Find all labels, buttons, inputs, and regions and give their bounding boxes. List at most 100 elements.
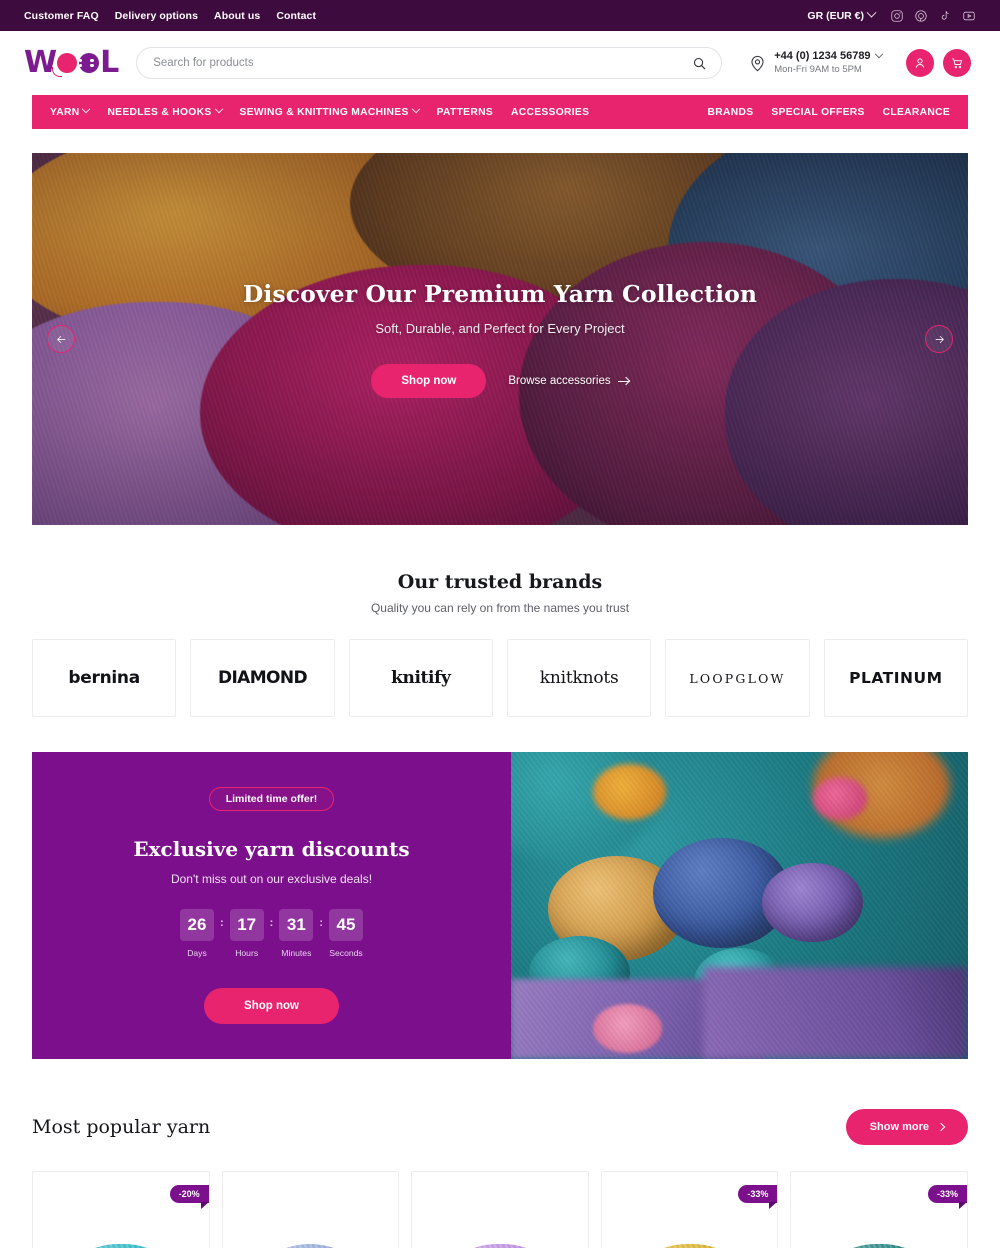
promo-content: Limited time offer! Exclusive yarn disco… xyxy=(32,752,511,1059)
tiktok-icon[interactable] xyxy=(937,8,952,23)
brand-card-knitknots[interactable]: knitknots xyxy=(506,639,652,717)
countdown-days: 26 Days xyxy=(179,909,214,958)
search-bar[interactable] xyxy=(136,47,723,79)
nav-item-patterns[interactable]: PATTERNS xyxy=(437,107,493,118)
product-card[interactable]: -20% xyxy=(32,1171,210,1248)
nav-item-yarn[interactable]: YARN xyxy=(50,104,91,118)
site-logo[interactable]: W L xyxy=(24,45,119,80)
social-links xyxy=(889,8,976,23)
promo-subtitle: Don't miss out on our exclusive deals! xyxy=(170,872,373,886)
topbar-link-about-us[interactable]: About us xyxy=(214,10,260,22)
countdown-label: Minutes xyxy=(281,948,312,958)
discount-badge: -20% xyxy=(169,1185,209,1209)
brand-card-diamond[interactable]: DIAMOND xyxy=(190,639,335,717)
limited-time-badge: Limited time offer! xyxy=(208,787,335,811)
nav-item-needles-hooks[interactable]: NEEDLES & HOOKS xyxy=(107,104,223,118)
product-card[interactable]: -33% xyxy=(600,1171,779,1248)
brand-card-knitify[interactable]: knitify xyxy=(348,639,493,717)
yarn-ball-icon xyxy=(52,53,78,77)
nav-label: SEWING & KNITTING MACHINES xyxy=(239,106,409,118)
popular-section-header: Most popular yarn Show more xyxy=(32,1109,968,1145)
locale-label: GR (EUR €) xyxy=(807,9,864,22)
chevron-right-icon xyxy=(936,1122,946,1132)
contact-text: +44 (0) 1234 56789 Mon-Fri 9AM to 5PM xyxy=(774,49,883,76)
nav-item-accessories[interactable]: ACCESSORIES xyxy=(511,107,589,118)
promo-title: Exclusive yarn discounts xyxy=(133,837,410,861)
product-image xyxy=(818,1244,941,1248)
countdown-value: 31 xyxy=(279,909,314,941)
hero-prev-button[interactable] xyxy=(47,325,75,353)
pinterest-icon[interactable] xyxy=(913,8,928,23)
header-actions xyxy=(905,49,971,77)
instagram-icon[interactable] xyxy=(889,8,904,23)
contact-info[interactable]: +44 (0) 1234 56789 Mon-Fri 9AM to 5PM xyxy=(748,49,883,76)
youtube-icon[interactable] xyxy=(961,8,976,23)
product-image xyxy=(249,1244,372,1248)
promo-image xyxy=(511,752,968,1059)
hero-next-button[interactable] xyxy=(925,325,953,353)
show-more-label: Show more xyxy=(869,1121,929,1133)
countdown-timer: 26 Days : 17 Hours : 31 Minutes : 45 Sec… xyxy=(179,909,363,958)
product-card[interactable] xyxy=(411,1171,589,1248)
show-more-button[interactable]: Show more xyxy=(845,1109,968,1145)
hero-shop-now-button[interactable]: Shop now xyxy=(371,364,487,398)
hero-subtitle: Soft, Durable, and Perfect for Every Pro… xyxy=(375,321,625,336)
topbar-link-contact[interactable]: Contact xyxy=(276,10,316,22)
promo-banner: Limited time offer! Exclusive yarn disco… xyxy=(32,752,968,1059)
topbar-links: Customer FAQ Delivery options About us C… xyxy=(24,10,316,22)
nav-item-special-offers[interactable]: SPECIAL OFFERS xyxy=(771,107,864,118)
nav-label: YARN xyxy=(50,106,80,118)
nav-item-brands[interactable]: BRANDS xyxy=(708,107,754,118)
promo-shop-now-button[interactable]: Shop now xyxy=(204,988,339,1024)
cart-button[interactable] xyxy=(942,49,971,77)
nav-item-clearance[interactable]: CLEARANCE xyxy=(883,107,950,118)
topbar-right: GR (EUR €) xyxy=(807,7,976,23)
countdown-separator: : xyxy=(269,917,274,929)
countdown-seconds: 45 Seconds xyxy=(329,909,363,958)
countdown-value: 45 xyxy=(329,909,363,941)
brands-title: Our trusted brands xyxy=(397,571,603,593)
brand-logo-text: knitify xyxy=(391,668,451,688)
chevron-down-icon xyxy=(214,104,223,114)
product-image xyxy=(628,1244,751,1248)
search-input[interactable] xyxy=(153,57,693,69)
site-header: W L +44 (0) 1234 56789 Mon-Fri 9AM to 5P… xyxy=(0,31,1000,95)
countdown-minutes: 31 Minutes xyxy=(279,909,314,958)
product-card[interactable] xyxy=(221,1171,400,1248)
discount-badge: -33% xyxy=(738,1185,778,1209)
locale-selector[interactable]: GR (EUR €) xyxy=(807,7,877,22)
brand-grid: bernina DIAMOND knitify knitknots LOOPGL… xyxy=(32,639,968,717)
brand-card-bernina[interactable]: bernina xyxy=(32,639,177,717)
button-icon xyxy=(79,53,100,73)
hero-title: Discover Our Premium Yarn Collection xyxy=(242,280,758,308)
product-image xyxy=(59,1244,182,1248)
brand-logo-text: LOOPGLOW xyxy=(689,670,786,686)
contact-hours: Mon-Fri 9AM to 5PM xyxy=(774,63,862,75)
hero-banner: Discover Our Premium Yarn Collection Sof… xyxy=(32,153,968,525)
product-image xyxy=(438,1244,561,1248)
brand-card-platinum[interactable]: PLATINUM xyxy=(823,639,968,717)
hero-browse-label: Browse accessories xyxy=(508,375,611,387)
user-icon xyxy=(915,58,924,68)
countdown-separator: : xyxy=(319,917,323,929)
arrow-right-icon xyxy=(935,335,944,343)
product-card[interactable]: -33% xyxy=(790,1171,968,1248)
topbar-link-customer-faq[interactable]: Customer FAQ xyxy=(24,10,99,22)
brand-card-loopglow[interactable]: LOOPGLOW xyxy=(665,639,810,717)
brands-subtitle: Quality you can rely on from the names y… xyxy=(370,601,630,615)
hero-browse-accessories-link[interactable]: Browse accessories xyxy=(508,375,629,387)
brand-logo-text: DIAMOND xyxy=(217,668,308,688)
chevron-down-icon xyxy=(411,104,420,114)
nav-item-sewing-knitting-machines[interactable]: SEWING & KNITTING MACHINES xyxy=(239,104,420,118)
account-button[interactable] xyxy=(905,49,934,77)
search-icon[interactable] xyxy=(692,56,707,71)
contact-phone[interactable]: +44 (0) 1234 56789 xyxy=(774,49,883,64)
location-pin-icon xyxy=(751,55,764,71)
discount-badge: -33% xyxy=(927,1185,968,1209)
topbar-link-delivery-options[interactable]: Delivery options xyxy=(115,10,198,22)
utility-topbar: Customer FAQ Delivery options About us C… xyxy=(0,0,1000,31)
chevron-down-icon xyxy=(866,7,877,18)
logo-letter-l: L xyxy=(100,45,119,80)
chevron-down-icon xyxy=(82,104,91,114)
logo-letter-w: W xyxy=(24,45,57,80)
